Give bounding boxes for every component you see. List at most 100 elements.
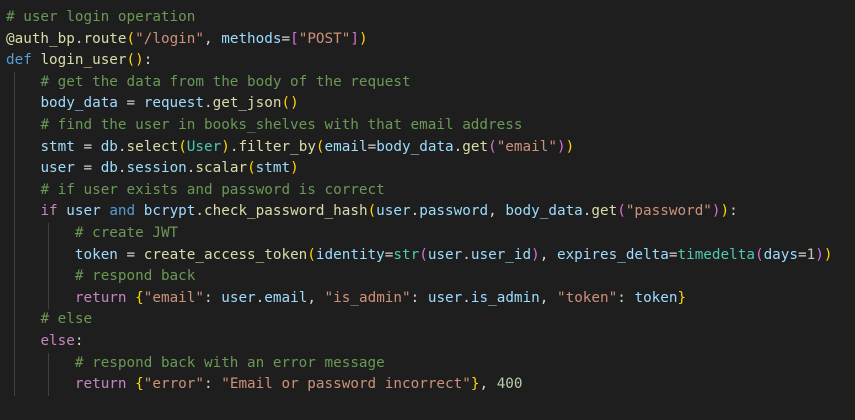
variable-token: user (40, 160, 75, 177)
indent-guide (14, 222, 15, 245)
bracket-token: ( (281, 95, 291, 112)
punctuation-token: , (539, 246, 557, 263)
operator-token: = (281, 30, 291, 47)
function-token: select (126, 138, 179, 155)
keyword-token: else (40, 332, 75, 349)
bracket-token: [ (290, 30, 299, 47)
number-token: 1 (806, 246, 816, 263)
variable-token: password (419, 203, 489, 220)
code-line-10[interactable]: if user and bcrypt.check_password_hash(u… (0, 201, 855, 223)
punctuation-token: . (453, 138, 463, 155)
bracket-token: ) (815, 246, 824, 263)
class-token: timedelta (677, 246, 755, 263)
code-line-6[interactable]: # find the user in books_shelves with th… (0, 114, 855, 137)
function-token: filter_by (238, 138, 316, 155)
bracket-token: { (135, 289, 144, 306)
code-line-1[interactable]: # user login operation (0, 7, 855, 29)
parameter-token: email (324, 138, 368, 155)
code-line-18[interactable]: return {"error": "Email or password inco… (0, 374, 855, 396)
indent-guide (48, 287, 49, 310)
bracket-token: } (677, 289, 687, 306)
builtin-token: str (393, 246, 420, 263)
variable-token: token (74, 246, 118, 263)
punctuation-token: : (617, 289, 635, 306)
punctuation-token: , (488, 203, 506, 220)
variable-token: is_admin (470, 289, 540, 306)
indent-guide (14, 201, 15, 223)
operator-token: = (798, 246, 807, 263)
punctuation-token: . (462, 289, 471, 306)
indent-guide (14, 309, 15, 331)
comment-token: # if user exists and password is correct (40, 181, 385, 198)
variable-token: body_data (505, 203, 583, 220)
punctuation-token: : (74, 332, 84, 349)
operator-token: = (117, 95, 144, 112)
variable-token: email (264, 289, 308, 306)
string-token: "token" (556, 289, 618, 306)
code-line-2[interactable]: @auth_bp.route("/login", methods=["POST"… (0, 29, 855, 51)
comment-token: # user login operation (6, 9, 196, 25)
bracket-token: ( (488, 138, 497, 155)
class-token: User (186, 138, 222, 155)
code-line-17[interactable]: # respond back with an error message (0, 352, 855, 375)
indent-guide (14, 287, 15, 310)
bracket-token: ( (178, 138, 187, 155)
variable-token: request (143, 95, 204, 112)
bracket-token: ) (823, 246, 833, 263)
keyword-token: and (109, 203, 136, 220)
bracket-token: ( (126, 52, 136, 69)
code-line-8[interactable]: user = db.session.scalar(stmt) (0, 158, 855, 180)
bracket-token: ( (367, 203, 377, 220)
bracket-token: ) (135, 52, 144, 69)
bracket-token: ) (711, 203, 721, 220)
indent-guide (48, 266, 49, 288)
bracket-token: ( (419, 246, 428, 263)
variable-token: db (100, 160, 118, 177)
indent-guide (14, 352, 15, 375)
variable-token: user (427, 246, 463, 263)
punctuation-token: : (204, 376, 222, 393)
bracket-token: ) (221, 138, 230, 155)
string-token: "email" (143, 289, 205, 306)
code-editor[interactable]: # user login operation @auth_bp.route("/… (0, 0, 855, 420)
code-line-12[interactable]: token = create_access_token(identity=str… (0, 244, 855, 267)
code-line-5[interactable]: body_data = request.get_json() (0, 93, 855, 115)
function-token: scalar (195, 160, 248, 177)
bracket-token: { (135, 376, 144, 393)
string-token: "error" (143, 376, 205, 393)
string-token: "POST" (298, 30, 351, 47)
punctuation-token: : (143, 52, 153, 69)
comment-token: # respond back with an error message (74, 354, 385, 371)
punctuation-token: . (117, 138, 127, 155)
code-line-14[interactable]: return {"email": user.email, "is_admin":… (0, 287, 855, 310)
operator-token: = (74, 160, 101, 177)
variable-token: stmt (255, 160, 291, 177)
code-line-11[interactable]: # create JWT (0, 222, 855, 245)
string-token: "Email or password incorrect" (221, 376, 471, 393)
code-line-16[interactable]: else: (0, 330, 855, 353)
punctuation-token: . (255, 289, 265, 306)
indent-guide (14, 71, 15, 94)
code-line-15[interactable]: # else (0, 309, 855, 331)
variable-token: db (100, 138, 118, 155)
code-line-3[interactable]: def login_user(): (0, 50, 855, 72)
code-line-9[interactable]: # if user exists and password is correct (0, 179, 855, 202)
code-line-13[interactable]: # respond back (0, 266, 855, 288)
bracket-token: ( (617, 203, 626, 220)
indent-guide (14, 330, 15, 353)
comment-token: # respond back (74, 268, 196, 285)
function-token: create_access_token (143, 246, 308, 263)
function-token: check_password_hash (204, 203, 368, 220)
keyword-token: return (74, 289, 127, 306)
indent-guide (48, 244, 49, 267)
variable-token: bcrypt (143, 203, 196, 220)
code-line-4[interactable]: # get the data from the body of the requ… (0, 71, 855, 94)
code-line-7[interactable]: stmt = db.select(User).filter_by(email=b… (0, 136, 855, 159)
parameter-token: identity (315, 246, 385, 263)
punctuation-token: : (729, 203, 738, 220)
variable-token: token (634, 289, 678, 306)
bracket-token: ( (247, 160, 256, 177)
indent-guide (14, 374, 15, 396)
